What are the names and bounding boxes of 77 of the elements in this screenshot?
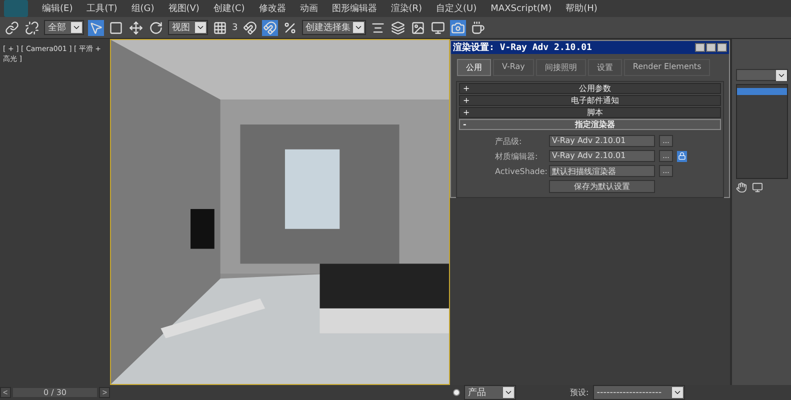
menu-item[interactable]: 自定义(U) [436, 2, 477, 15]
browse-button[interactable]: ... [659, 135, 673, 147]
save-default-button[interactable]: 保存为默认设置 [549, 180, 655, 193]
browse-button[interactable]: ... [659, 150, 673, 162]
renderer-field: V-Ray Adv 2.10.01 [549, 150, 655, 162]
dialog-tab[interactable]: 公用 [457, 59, 491, 76]
menu-item[interactable]: MAXScript(M) [490, 4, 552, 14]
caret-icon[interactable] [503, 387, 514, 398]
rotate-icon[interactable] [148, 20, 164, 36]
rollout-header[interactable]: + 公用参数 [459, 83, 721, 94]
image-icon[interactable] [410, 20, 426, 36]
close-button[interactable] [717, 43, 727, 52]
menu-item[interactable]: 帮助(H) [566, 2, 598, 15]
hand-icon[interactable] [736, 182, 747, 193]
dialog-tab[interactable]: Render Elements [624, 59, 710, 76]
magnet-icon[interactable] [242, 20, 258, 36]
rollout-title: 脚本 [586, 107, 604, 118]
rollout-header[interactable]: + 电子邮件通知 [459, 95, 721, 106]
render-mode-dropdown[interactable]: 产品 [464, 385, 516, 400]
field-label: 材质编辑器: [495, 150, 539, 162]
rollout-sign: - [463, 120, 468, 129]
caret-icon[interactable] [776, 70, 787, 81]
menu-item[interactable]: 修改器 [258, 2, 286, 15]
angle-snap-icon[interactable] [262, 20, 278, 36]
preset-label: 预设: [570, 387, 589, 398]
rollout-title: 公用参数 [578, 83, 612, 94]
selection-region-icon[interactable] [108, 20, 124, 36]
menu-item[interactable]: 动画 [300, 2, 318, 15]
rollout-title: 指定渲染器 [574, 119, 616, 130]
monitor-icon[interactable] [430, 20, 446, 36]
menu-item[interactable]: 创建(C) [213, 2, 245, 15]
maximize-button[interactable] [706, 43, 716, 52]
frame-counter[interactable]: 0 / 30 [12, 388, 98, 397]
rollout-title: 电子邮件通知 [570, 95, 620, 106]
renderer-field: V-Ray Adv 2.10.01 [549, 135, 655, 147]
dialog-title: 渲染设置: V-Ray Adv 2.10.01 [453, 41, 592, 54]
menu-item[interactable]: 组(G) [131, 2, 154, 15]
caret-icon[interactable] [672, 387, 683, 398]
move-icon[interactable] [128, 20, 144, 36]
rollout-header[interactable]: + 脚本 [459, 107, 721, 118]
reference-coordinate-dropdown[interactable]: 视图 [168, 20, 208, 35]
select-pointer-icon[interactable] [88, 20, 104, 36]
lock-icon[interactable] [677, 150, 687, 162]
dialog-tab[interactable]: V-Ray [493, 59, 534, 76]
menu-item[interactable]: 渲染(R) [390, 2, 422, 15]
selection-filter-dropdown[interactable]: 全部 [44, 20, 84, 35]
timeline-prev-button[interactable]: < [0, 387, 11, 398]
menu-item[interactable]: 视图(V) [168, 2, 200, 15]
dialog-tab[interactable]: 设置 [588, 59, 622, 76]
rollout-header[interactable]: - 指定渲染器 [459, 119, 721, 130]
mode-radio[interactable] [453, 389, 460, 396]
dialog-tab[interactable]: 间接照明 [536, 59, 586, 76]
menu-item[interactable]: 编辑(E) [42, 2, 73, 15]
camera-icon[interactable] [450, 20, 466, 36]
grid-icon[interactable] [212, 20, 228, 36]
menu-item[interactable]: 工具(T) [86, 2, 118, 15]
field-label: 产品级: [495, 136, 523, 146]
timeline-next-button[interactable]: > [99, 387, 110, 398]
layers-icon[interactable] [390, 20, 406, 36]
rollout-sign: + [463, 84, 471, 93]
caret-icon[interactable] [195, 22, 206, 33]
link-icon[interactable] [4, 20, 20, 36]
caret-icon[interactable] [352, 22, 364, 33]
named-selection-dropdown[interactable]: 创建选择集 [302, 20, 366, 35]
snap-count-label: 3 [232, 22, 238, 32]
rollout-sign: + [463, 108, 471, 117]
preset-dropdown[interactable]: -------------------- [592, 385, 685, 400]
browse-button[interactable]: ... [659, 165, 673, 177]
field-label: ActiveShade: [495, 166, 545, 176]
minimize-button[interactable] [695, 43, 705, 52]
monitor-icon[interactable] [752, 182, 763, 193]
rollout-sign: + [463, 96, 471, 105]
unlink-icon[interactable] [24, 20, 40, 36]
renderer-field: 默认扫描线渲染器 [549, 165, 655, 177]
panel-dropdown[interactable] [736, 69, 788, 81]
caret-icon[interactable] [71, 22, 82, 33]
menu-item[interactable]: 图形编辑器 [332, 2, 377, 15]
